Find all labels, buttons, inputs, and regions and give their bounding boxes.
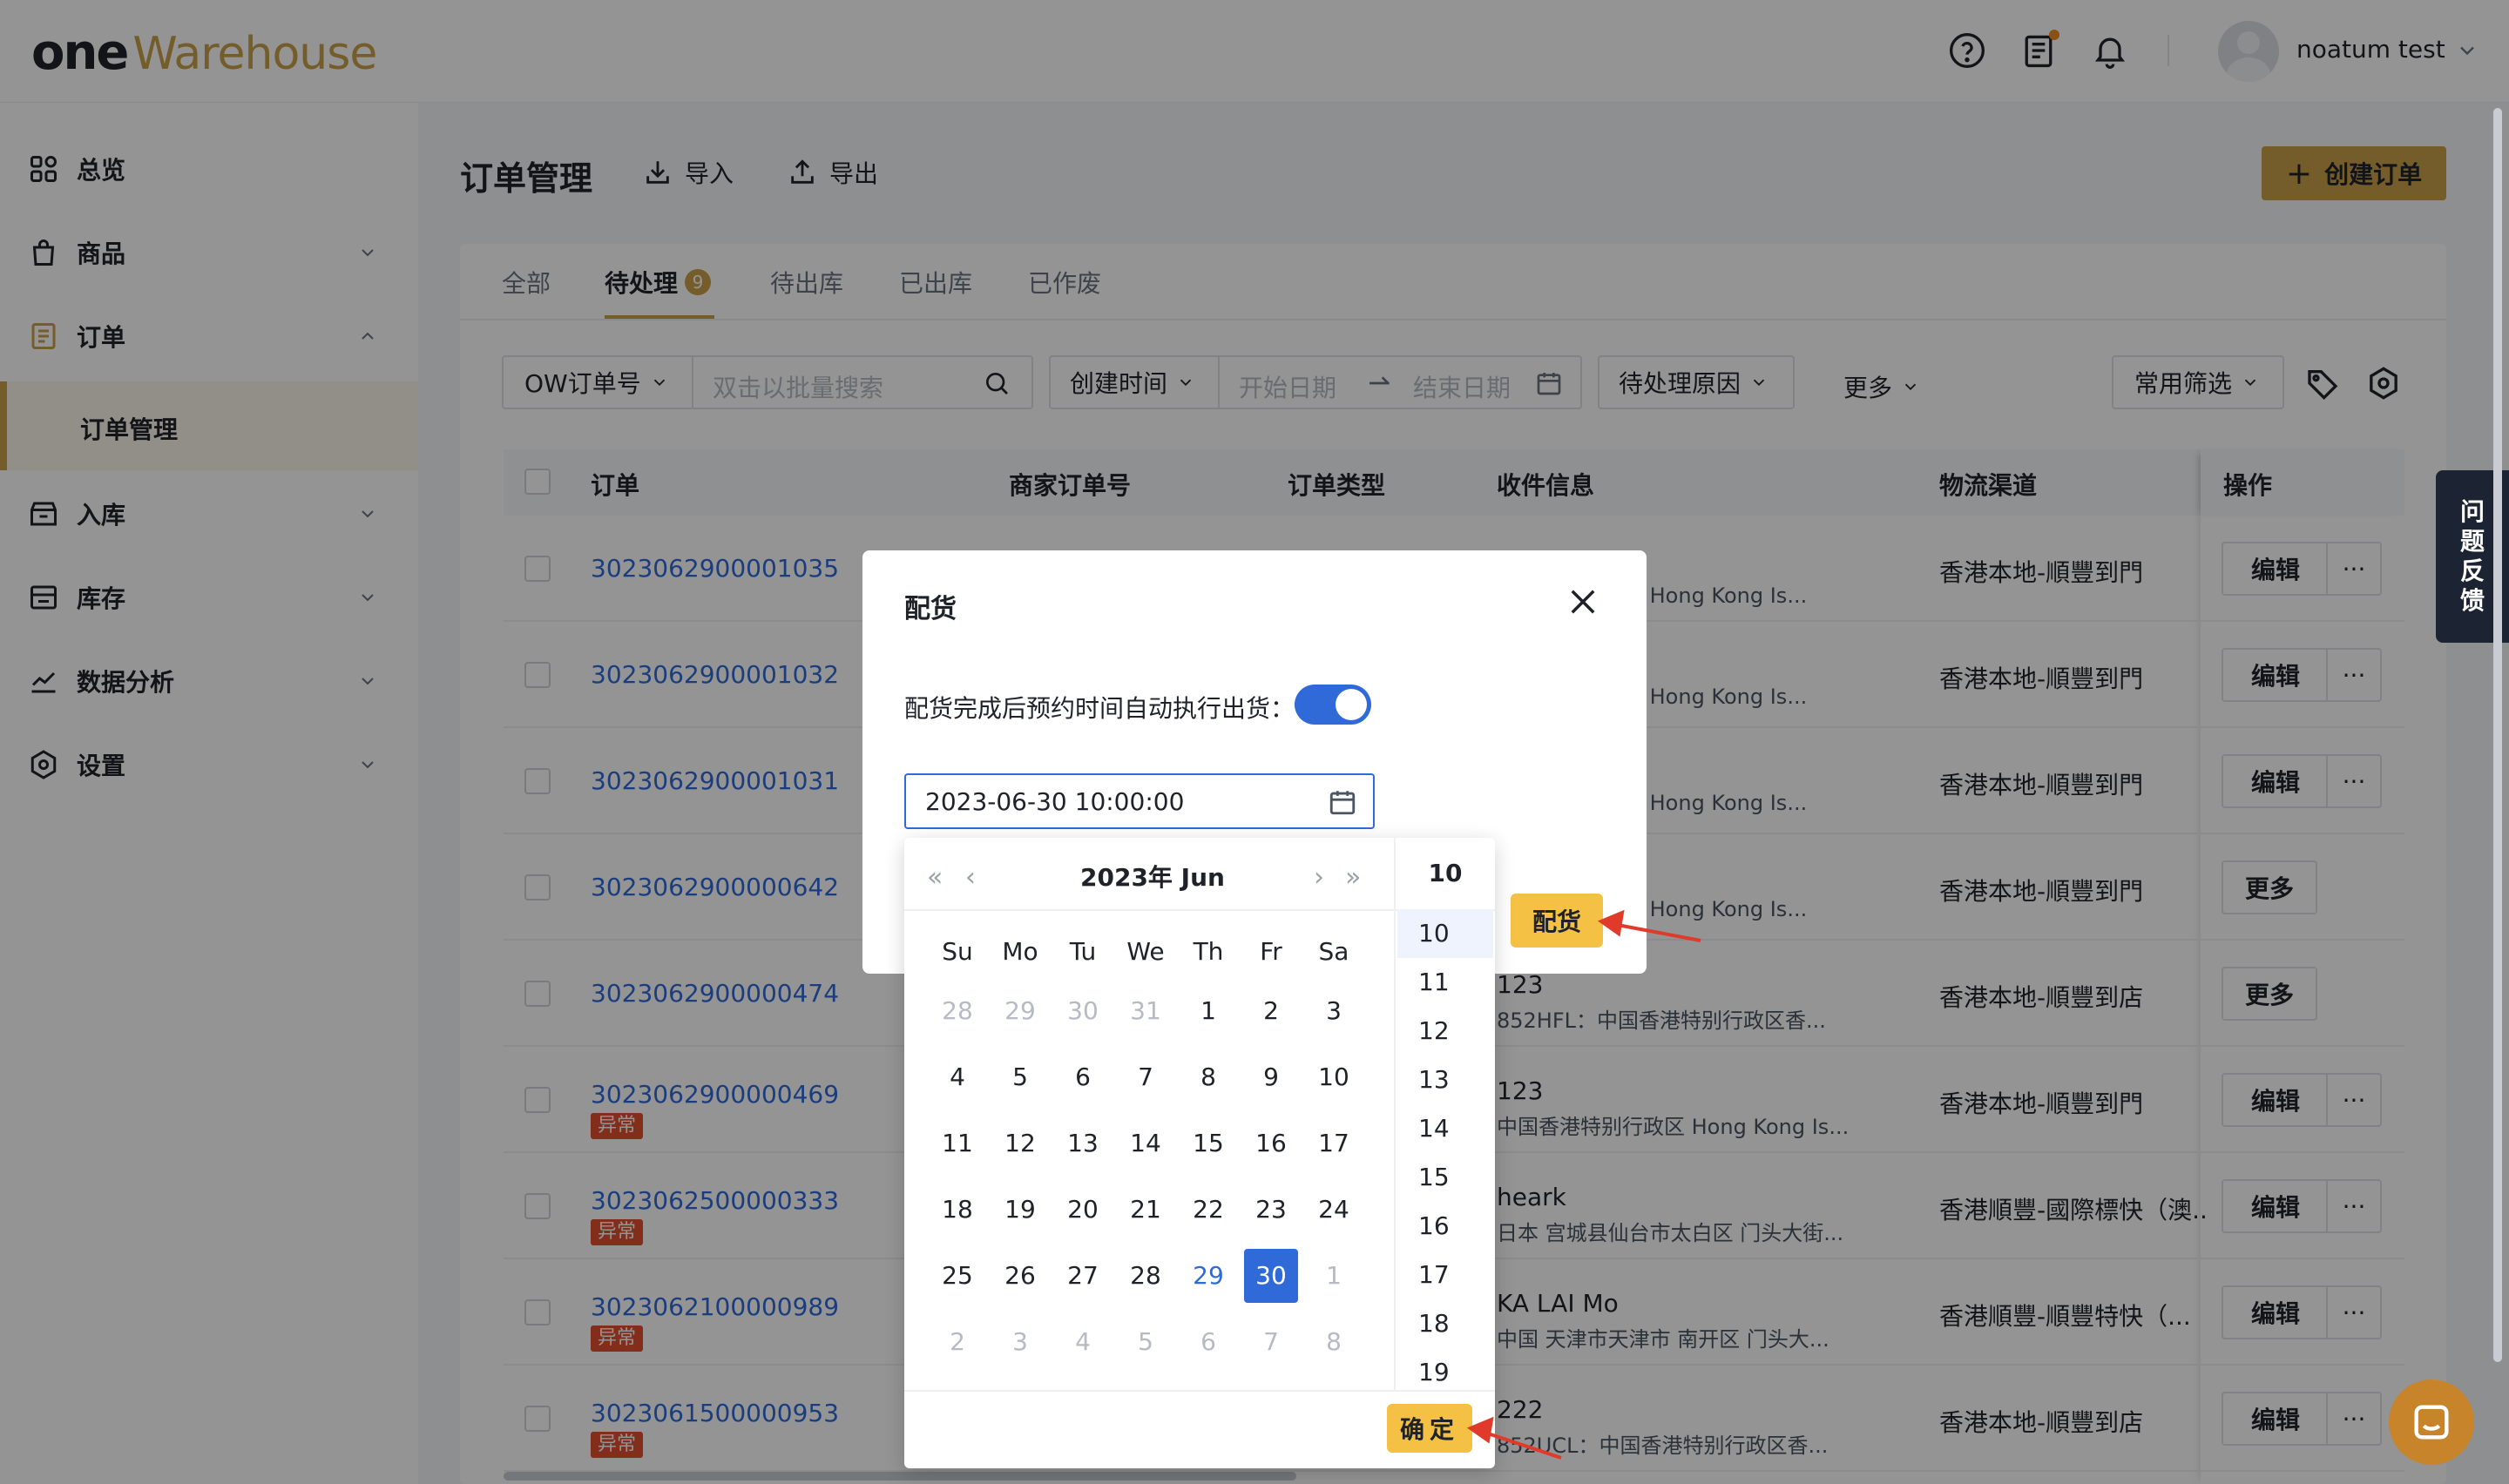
weekday-label: Su	[942, 937, 973, 966]
calendar-day-selected[interactable]: 30	[1244, 1249, 1298, 1303]
auto-ship-label: 配货完成后预约时间自动执行出货：	[904, 694, 1295, 723]
calendar-day[interactable]: 14	[1119, 1116, 1173, 1170]
vertical-scrollbar[interactable]	[2493, 108, 2502, 1362]
hour-option[interactable]: 11	[1397, 958, 1493, 1007]
calendar-day[interactable]: 7	[1244, 1315, 1298, 1369]
calendar-day[interactable]: 6	[1056, 1050, 1110, 1104]
calendar-day[interactable]: 4	[1056, 1315, 1110, 1369]
hour-column-header: 10	[1428, 859, 1463, 887]
calendar-day[interactable]: 30	[1056, 984, 1110, 1038]
calendar-day[interactable]: 28	[930, 984, 984, 1038]
calendar-day[interactable]: 20	[1056, 1183, 1110, 1237]
calendar-day[interactable]: 28	[1119, 1249, 1173, 1303]
calendar-day[interactable]: 2	[930, 1315, 984, 1369]
calendar-day[interactable]: 27	[1056, 1249, 1110, 1303]
calendar-day[interactable]: 6	[1181, 1315, 1235, 1369]
calendar-day[interactable]: 3	[993, 1315, 1047, 1369]
calendar-day[interactable]: 17	[1307, 1116, 1361, 1170]
calendar-day[interactable]: 24	[1307, 1183, 1361, 1237]
calendar-day[interactable]: 23	[1244, 1183, 1298, 1237]
hour-option[interactable]: 18	[1397, 1299, 1493, 1348]
calendar-day[interactable]: 19	[993, 1183, 1047, 1237]
modal-title: 配货	[904, 594, 957, 624]
schedule-datetime-input[interactable]: 2023-06-30 10:00:00	[904, 773, 1375, 829]
calendar-day[interactable]: 3	[1307, 984, 1361, 1038]
calendar-day[interactable]: 26	[993, 1249, 1047, 1303]
calendar-day[interactable]: 10	[1307, 1050, 1361, 1104]
calendar-day[interactable]: 29	[993, 984, 1047, 1038]
weekday-label: We	[1126, 937, 1165, 966]
calendar-day[interactable]: 2	[1244, 984, 1298, 1038]
calendar-day[interactable]: 5	[993, 1050, 1047, 1104]
feedback-char: 反	[2459, 556, 2485, 585]
calendar-icon[interactable]	[1328, 787, 1357, 817]
weekday-label: Mo	[1002, 937, 1038, 966]
calendar-day[interactable]: 31	[1119, 984, 1173, 1038]
calendar-day[interactable]: 8	[1307, 1315, 1361, 1369]
picker-month-title[interactable]: 2023年 Jun	[1080, 859, 1225, 894]
divider	[1394, 838, 1396, 1392]
chat-icon	[2414, 1405, 2449, 1440]
calendar-day[interactable]: 25	[930, 1249, 984, 1303]
calendar-day[interactable]: 7	[1119, 1050, 1173, 1104]
calendar-day[interactable]: 13	[1056, 1116, 1110, 1170]
hour-option[interactable]: 15	[1397, 1153, 1493, 1202]
calendar-day[interactable]: 11	[930, 1116, 984, 1170]
weekday-label: Sa	[1318, 937, 1349, 966]
calendar-day[interactable]: 4	[930, 1050, 984, 1104]
weekday-label: Fr	[1260, 937, 1282, 966]
prev-year-icon[interactable]: «	[927, 862, 943, 893]
hour-option[interactable]: 14	[1397, 1104, 1493, 1153]
calendar-day[interactable]: 15	[1181, 1116, 1235, 1170]
hour-option-selected[interactable]: 10	[1397, 909, 1493, 958]
hour-option[interactable]: 13	[1397, 1056, 1493, 1104]
calendar-day[interactable]: 18	[930, 1183, 984, 1237]
schedule-datetime-value: 2023-06-30 10:00:00	[925, 787, 1185, 816]
calendar-day[interactable]: 21	[1119, 1183, 1173, 1237]
next-year-icon[interactable]: »	[1345, 862, 1361, 893]
picker-ok-button[interactable]: 确定	[1387, 1404, 1472, 1453]
calendar-day[interactable]: 1	[1307, 1249, 1361, 1303]
hour-option[interactable]: 19	[1397, 1348, 1493, 1397]
assign-confirm-button[interactable]: 配货	[1511, 894, 1603, 948]
auto-ship-toggle[interactable]	[1295, 685, 1371, 725]
feedback-char: 问	[2459, 497, 2485, 526]
next-month-icon[interactable]: ›	[1314, 862, 1324, 893]
calendar-day[interactable]: 16	[1244, 1116, 1298, 1170]
weekday-label: Tu	[1069, 937, 1097, 966]
chat-button[interactable]	[2389, 1379, 2474, 1465]
hour-option[interactable]: 12	[1397, 1007, 1493, 1056]
feedback-char: 馈	[2459, 586, 2485, 615]
close-icon[interactable]	[1565, 583, 1601, 620]
calendar-day[interactable]: 12	[993, 1116, 1047, 1170]
feedback-char: 题	[2459, 527, 2485, 556]
calendar-day[interactable]: 1	[1181, 984, 1235, 1038]
prev-month-icon[interactable]: ‹	[965, 862, 976, 893]
hour-option[interactable]: 17	[1397, 1251, 1493, 1299]
calendar-day[interactable]: 22	[1181, 1183, 1235, 1237]
weekday-label: Th	[1193, 937, 1224, 966]
calendar-day[interactable]: 8	[1181, 1050, 1235, 1104]
calendar-day[interactable]: 29	[1181, 1249, 1235, 1303]
calendar-day[interactable]: 9	[1244, 1050, 1298, 1104]
calendar-day[interactable]: 5	[1119, 1315, 1173, 1369]
divider	[904, 909, 1394, 911]
hour-option[interactable]: 16	[1397, 1202, 1493, 1251]
